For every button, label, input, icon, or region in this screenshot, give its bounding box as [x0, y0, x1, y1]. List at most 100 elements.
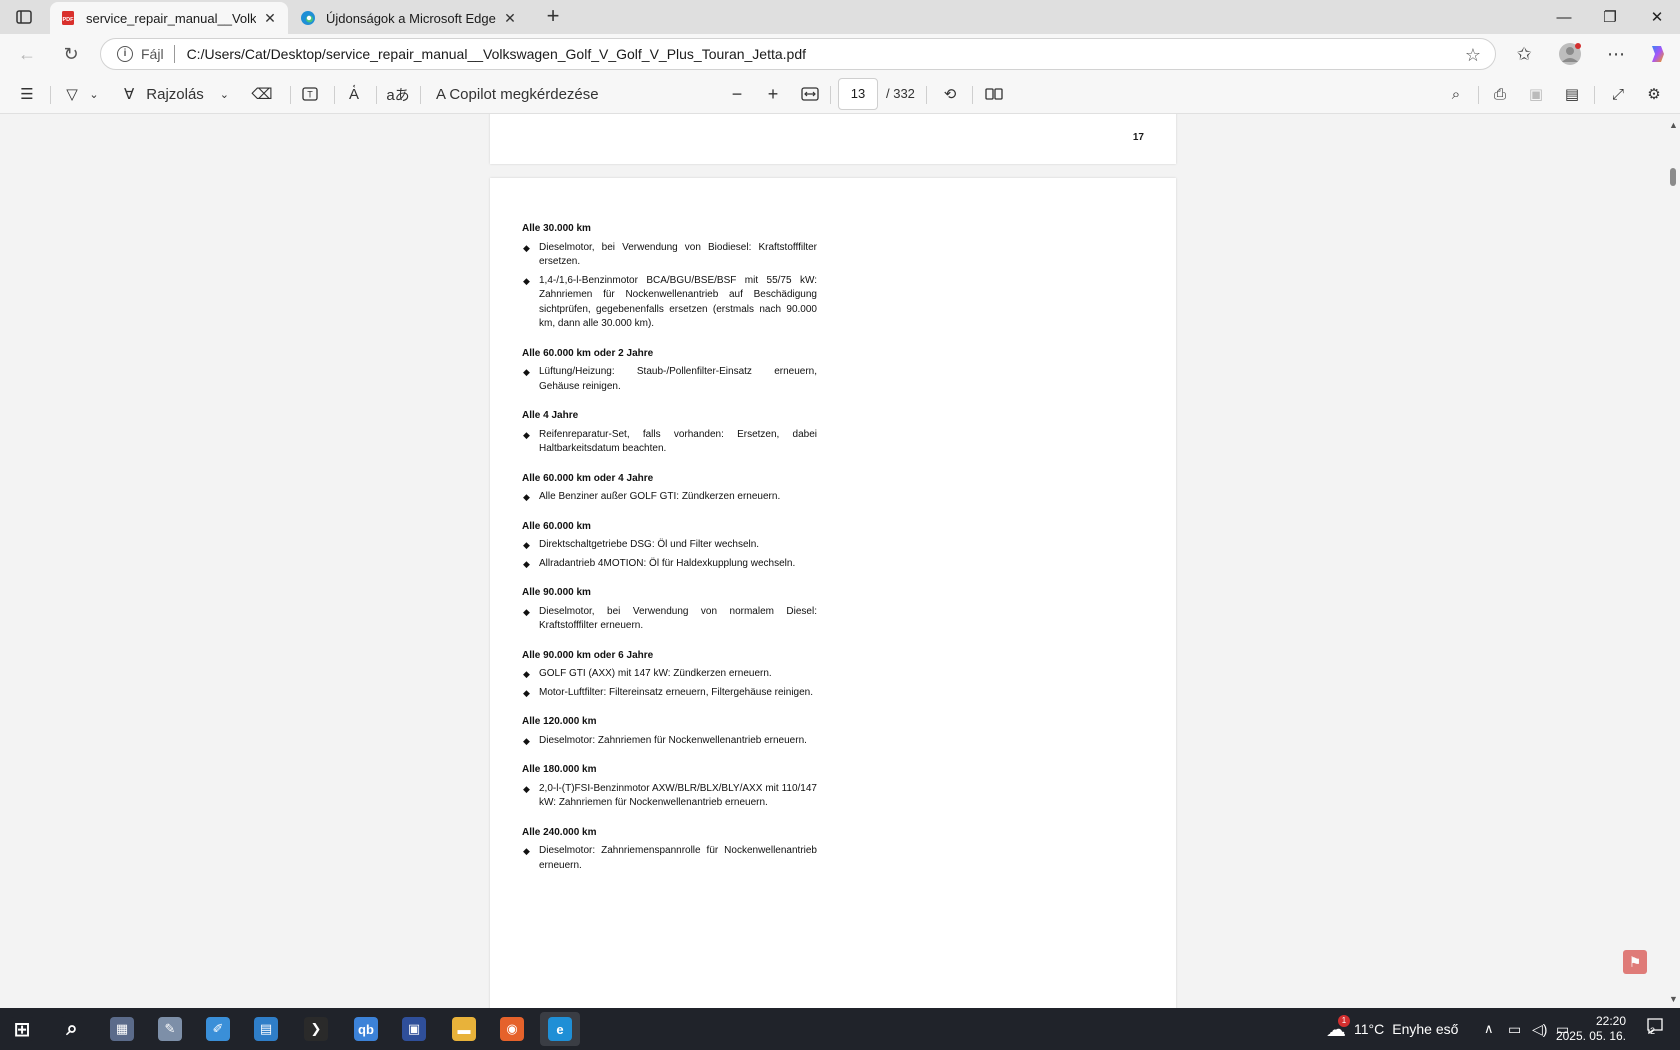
list-item: ◆ Allradantrieb 4MOTION: Öl für Haldexkup… [522, 557, 817, 572]
network-icon[interactable]: ▭ [1508, 1008, 1521, 1050]
list-item: ◆ Direktschaltgetriebe DSG: Öl und Filter… [522, 538, 817, 553]
restore-button[interactable]: ❐ [1587, 0, 1633, 34]
notifications-icon[interactable]: 2 [1644, 1018, 1666, 1040]
search-icon[interactable]: ⌕ [1442, 82, 1470, 106]
zoom-out-button[interactable]: − [724, 82, 750, 106]
zoom-in-button[interactable]: + [760, 82, 786, 106]
maintenance-section: Alle 90.000 km ◆ Dieselmotor, bei Verwendu… [522, 586, 817, 634]
list-item-text: Direktschaltgetriebe DSG: Öl und Filter … [539, 539, 760, 550]
favorite-star-icon[interactable]: ☆ [1465, 45, 1481, 66]
ask-copilot-button[interactable]: A Copilot megkérdezése [436, 82, 606, 106]
weather-widget[interactable]: ☁ 1 11°C Enyhe eső [1326, 1008, 1458, 1050]
explorer-window-app[interactable]: ▤ [246, 1012, 286, 1046]
new-tab-button[interactable]: + [540, 4, 566, 30]
tab-edge-news[interactable]: Újdonságok a Microsoft Edge-ben ✕ [290, 2, 528, 34]
diamond-bullet-icon: ◆ [523, 687, 530, 698]
copilot-icon[interactable] [1644, 40, 1672, 68]
search-app[interactable]: ⌕ [52, 1012, 92, 1046]
page-number-input[interactable]: 13 [838, 78, 878, 110]
minimize-button[interactable]: — [1541, 0, 1587, 34]
page-total: / 332 [886, 86, 915, 101]
save-as-icon[interactable]: ▤ [1558, 82, 1586, 106]
list-item-text: Lüftung/Heizung: Staub-/Pollenfilter-Ein… [539, 366, 817, 392]
rotate-icon[interactable]: ⟲ [936, 82, 964, 106]
separator [972, 86, 973, 104]
page-view-icon[interactable] [980, 82, 1008, 106]
weather-temp: 11°C [1354, 1021, 1385, 1037]
scroll-up-icon[interactable]: ▲ [1669, 120, 1678, 130]
clock[interactable]: 22:20 2025. 05. 16. [1556, 1014, 1626, 1044]
list-item: ◆ Dieselmotor, bei Verwendung von Biodies… [522, 241, 817, 270]
firefox-app[interactable]: ◉ [492, 1012, 532, 1046]
profile-avatar[interactable] [1556, 40, 1584, 68]
fit-to-width-icon[interactable] [796, 82, 824, 106]
edge-app[interactable]: e [540, 1012, 580, 1046]
info-icon[interactable]: i [117, 46, 133, 62]
fullscreen-icon[interactable]: ⤢ [1604, 82, 1632, 106]
paint-app-icon: ✎ [158, 1017, 182, 1041]
plex-app[interactable]: ❯ [296, 1012, 336, 1046]
maintenance-section: Alle 120.000 km ◆ Dieselmotor: Zahnriemen … [522, 715, 817, 748]
qbittorrent-app[interactable]: qb [346, 1012, 386, 1046]
file-explorer-app[interactable]: ▬ [444, 1012, 484, 1046]
draw-button[interactable]: ∀ Rajzolás ⌄ [124, 82, 244, 106]
url-text[interactable]: C:/Users/Cat/Desktop/service_repair_manu… [187, 46, 806, 62]
chevron-down-icon[interactable]: ⌄ [86, 82, 102, 106]
list-item-text: GOLF GTI (AXX) mit 147 kW: Zündkerzen er… [539, 668, 772, 679]
list-item: ◆ Dieselmotor: Zahnriemen für Nockenwelle… [522, 734, 817, 749]
start-button[interactable]: ⊞ [2, 1012, 42, 1046]
scrollbar-thumb[interactable] [1670, 168, 1676, 186]
highlight-icon[interactable]: ▽ [58, 82, 86, 106]
list-item-text: Allradantrieb 4MOTION: Öl für Haldexkupp… [539, 557, 796, 569]
diamond-bullet-icon: ◆ [523, 492, 530, 502]
refresh-button[interactable]: ↻ [56, 40, 86, 68]
list-item: ◆ Dieselmotor, bei Verwendung von normale… [522, 605, 817, 634]
list-item-text: Dieselmotor: Zahnriemen für Nockenwellen… [539, 734, 807, 746]
section-heading: Alle 90.000 km [522, 587, 591, 598]
translate-icon[interactable]: aあ [384, 82, 412, 106]
acrobat-icon[interactable]: ⚑ [1623, 950, 1647, 974]
tab-pdf[interactable]: PDF service_repair_manual__Volkswagen_Go… [50, 2, 288, 34]
maintenance-section: Alle 90.000 km oder 6 Jahre ◆ GOLF GTI (AX… [522, 649, 817, 701]
tray-chevron-up-icon[interactable]: ∧ [1484, 1008, 1494, 1050]
list-item: ◆ 1,4-/1,6-l-Benzinmotor BCA/BGU/BSE/BSF … [522, 274, 817, 332]
separator [334, 86, 335, 104]
text-box-icon[interactable]: T [296, 82, 324, 106]
scroll-down-icon[interactable]: ▼ [1669, 994, 1678, 1004]
table-of-contents-icon[interactable]: ☰ [14, 82, 40, 106]
address-bar[interactable]: i Fájl C:/Users/Cat/Desktop/service_repa… [100, 38, 1496, 70]
draw-label: Rajzolás [146, 85, 204, 103]
close-tab-icon[interactable]: ✕ [262, 10, 278, 26]
explorer-window-app-icon: ▤ [254, 1017, 278, 1041]
notepad-app[interactable]: ✐ [198, 1012, 238, 1046]
save-icon[interactable]: ▣ [1522, 82, 1550, 106]
paint-app[interactable]: ✎ [150, 1012, 190, 1046]
back-button[interactable]: ← [12, 40, 42, 68]
favorites-icon[interactable]: ✩ [1510, 40, 1538, 68]
pdf-page-previous: 17 [490, 114, 1176, 164]
tab-actions-icon[interactable] [12, 8, 36, 26]
weather-cloud-icon: ☁ 1 [1326, 1014, 1350, 1042]
list-item: ◆ Alle Benziner außer GOLF GTI: Zündkerze… [522, 490, 817, 505]
vertical-scrollbar[interactable]: ▲ ▼ [1666, 114, 1680, 1008]
plex-app-icon: ❯ [304, 1017, 328, 1041]
close-window-button[interactable]: ✕ [1634, 0, 1680, 34]
close-tab-icon[interactable]: ✕ [502, 10, 518, 26]
search-app-icon: ⌕ [60, 1017, 84, 1041]
more-menu-icon[interactable]: ⋯ [1602, 40, 1630, 68]
maintenance-section: Alle 240.000 km ◆ Dieselmotor: Zahnriemens… [522, 826, 817, 874]
separator [50, 86, 51, 104]
list-item-text: Motor-Luftfilter: Filtereinsatz erneuern… [539, 686, 814, 698]
eraser-icon[interactable]: ⌫ [248, 82, 276, 106]
read-aloud-icon[interactable]: A᷾ [340, 82, 368, 106]
volume-icon[interactable]: ◁) [1532, 1008, 1547, 1050]
pdf-viewer[interactable]: 17 Alle 30.000 km ◆ Dieselmotor, bei Verwe… [0, 114, 1680, 1008]
start-button-icon: ⊞ [10, 1017, 34, 1041]
save-app[interactable]: ▣ [394, 1012, 434, 1046]
separator [420, 86, 421, 104]
diamond-bullet-icon: ◆ [523, 783, 530, 794]
print-icon[interactable]: ⎙ [1486, 82, 1514, 106]
settings-gear-icon[interactable]: ⚙ [1640, 82, 1668, 106]
calculator-app[interactable]: ▦ [102, 1012, 142, 1046]
list-item: ◆ Motor-Luftfilter: Filtereinsatz erneuer… [522, 686, 817, 701]
